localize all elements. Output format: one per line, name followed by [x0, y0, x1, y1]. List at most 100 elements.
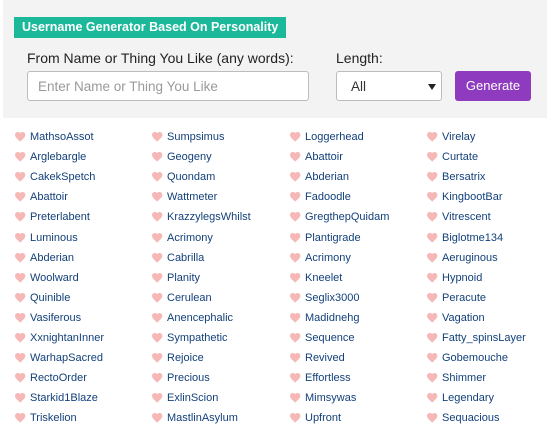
username-link[interactable]: Abderian	[305, 171, 349, 183]
username-item[interactable]: Hypnoid	[427, 268, 526, 288]
username-item[interactable]: Legendary	[427, 388, 526, 408]
username-item[interactable]: Abderian	[15, 248, 104, 268]
username-link[interactable]: Kneelet	[305, 272, 342, 284]
username-item[interactable]: Acrimony	[152, 227, 251, 247]
username-link[interactable]: Rejoice	[167, 352, 204, 364]
username-link[interactable]: Virelay	[442, 131, 475, 143]
username-item[interactable]: Starkid1Blaze	[15, 388, 104, 408]
username-link[interactable]: Quondam	[167, 171, 215, 183]
username-link[interactable]: Effortless	[305, 372, 351, 384]
username-item[interactable]: Sympathetic	[152, 328, 251, 348]
username-link[interactable]: Luminous	[30, 232, 78, 244]
username-link[interactable]: Shimmer	[442, 372, 486, 384]
username-link[interactable]: Cerulean	[167, 292, 212, 304]
username-item[interactable]: Madidnehg	[290, 308, 389, 328]
username-item[interactable]: Arglebargle	[15, 147, 104, 167]
username-item[interactable]: Planity	[152, 268, 251, 288]
username-link[interactable]: Sumpsimus	[167, 131, 224, 143]
username-item[interactable]: Seglix3000	[290, 288, 389, 308]
username-link[interactable]: KingbootBar	[442, 191, 503, 203]
username-link[interactable]: WarhapSacred	[30, 352, 103, 364]
username-item[interactable]: Aeruginous	[427, 248, 526, 268]
username-link[interactable]: Fadoodle	[305, 191, 351, 203]
username-item[interactable]: CakekSpetch	[15, 167, 104, 187]
username-link[interactable]: XxnightanInner	[30, 332, 104, 344]
username-link[interactable]: Fatty_spinsLayer	[442, 332, 526, 344]
username-link[interactable]: Curtate	[442, 151, 478, 163]
username-link[interactable]: Vitrescent	[442, 211, 491, 223]
username-item[interactable]: Anencephalic	[152, 308, 251, 328]
username-link[interactable]: Upfront	[305, 412, 341, 424]
username-item[interactable]: GregthepQuidam	[290, 207, 389, 227]
username-item[interactable]: Peracute	[427, 288, 526, 308]
username-item[interactable]: Abattoir	[15, 187, 104, 207]
username-link[interactable]: KrazzylegsWhilst	[167, 211, 251, 223]
username-link[interactable]: Sequence	[305, 332, 355, 344]
username-link[interactable]: Cabrilla	[167, 252, 204, 264]
username-item[interactable]: Virelay	[427, 127, 526, 147]
username-item[interactable]: Mimsywas	[290, 388, 389, 408]
username-item[interactable]: Vitrescent	[427, 207, 526, 227]
username-link[interactable]: Gobemouche	[442, 352, 508, 364]
username-link[interactable]: Plantigrade	[305, 232, 361, 244]
username-link[interactable]: CakekSpetch	[30, 171, 95, 183]
username-link[interactable]: Planity	[167, 272, 200, 284]
username-link[interactable]: Revived	[305, 352, 345, 364]
username-item[interactable]: Plantigrade	[290, 227, 389, 247]
username-item[interactable]: Preterlabent	[15, 207, 104, 227]
username-item[interactable]: Curtate	[427, 147, 526, 167]
username-link[interactable]: Legendary	[442, 392, 494, 404]
username-link[interactable]: Arglebargle	[30, 151, 86, 163]
username-link[interactable]: Abattoir	[30, 191, 68, 203]
username-link[interactable]: Mimsywas	[305, 392, 356, 404]
username-link[interactable]: Sequacious	[442, 412, 500, 424]
username-item[interactable]: Sequence	[290, 328, 389, 348]
username-link[interactable]: Loggerhead	[305, 131, 364, 143]
username-item[interactable]: Wattmeter	[152, 187, 251, 207]
username-item[interactable]: Kneelet	[290, 268, 389, 288]
username-link[interactable]: Quinible	[30, 292, 70, 304]
username-item[interactable]: Rejoice	[152, 348, 251, 368]
username-item[interactable]: Luminous	[15, 227, 104, 247]
username-link[interactable]: MastlinAsylum	[167, 412, 238, 424]
username-item[interactable]: Cabrilla	[152, 248, 251, 268]
username-item[interactable]: ExlinScion	[152, 388, 251, 408]
username-item[interactable]: Shimmer	[427, 368, 526, 388]
username-link[interactable]: Acrimony	[305, 252, 351, 264]
username-item[interactable]: Biglotme134	[427, 227, 526, 247]
username-link[interactable]: Anencephalic	[167, 312, 233, 324]
username-link[interactable]: Seglix3000	[305, 292, 359, 304]
username-item[interactable]: WarhapSacred	[15, 348, 104, 368]
username-item[interactable]: Geogeny	[152, 147, 251, 167]
username-link[interactable]: ExlinScion	[167, 392, 218, 404]
username-item[interactable]: Upfront	[290, 408, 389, 428]
username-item[interactable]: Vasiferous	[15, 308, 104, 328]
username-item[interactable]: KingbootBar	[427, 187, 526, 207]
username-link[interactable]: Hypnoid	[442, 272, 482, 284]
username-link[interactable]: Triskelion	[30, 412, 77, 424]
length-select[interactable]: All	[336, 71, 442, 101]
username-item[interactable]: Acrimony	[290, 248, 389, 268]
username-link[interactable]: Vagation	[442, 312, 485, 324]
username-item[interactable]: Sequacious	[427, 408, 526, 428]
username-item[interactable]: Quondam	[152, 167, 251, 187]
username-item[interactable]: Abattoir	[290, 147, 389, 167]
username-item[interactable]: MastlinAsylum	[152, 408, 251, 428]
username-item[interactable]: XxnightanInner	[15, 328, 104, 348]
name-input[interactable]	[27, 71, 309, 101]
username-link[interactable]: Starkid1Blaze	[30, 392, 98, 404]
username-link[interactable]: Preterlabent	[30, 211, 90, 223]
username-item[interactable]: Triskelion	[15, 408, 104, 428]
username-link[interactable]: Geogeny	[167, 151, 212, 163]
username-item[interactable]: Cerulean	[152, 288, 251, 308]
username-item[interactable]: Gobemouche	[427, 348, 526, 368]
generate-button[interactable]: Generate	[455, 71, 531, 101]
username-item[interactable]: KrazzylegsWhilst	[152, 207, 251, 227]
username-link[interactable]: Vasiferous	[30, 312, 81, 324]
username-link[interactable]: Woolward	[30, 272, 79, 284]
username-link[interactable]: MathsoAssot	[30, 131, 94, 143]
username-link[interactable]: Biglotme134	[442, 232, 503, 244]
username-item[interactable]: RectoOrder	[15, 368, 104, 388]
username-item[interactable]: MathsoAssot	[15, 127, 104, 147]
username-item[interactable]: Fadoodle	[290, 187, 389, 207]
